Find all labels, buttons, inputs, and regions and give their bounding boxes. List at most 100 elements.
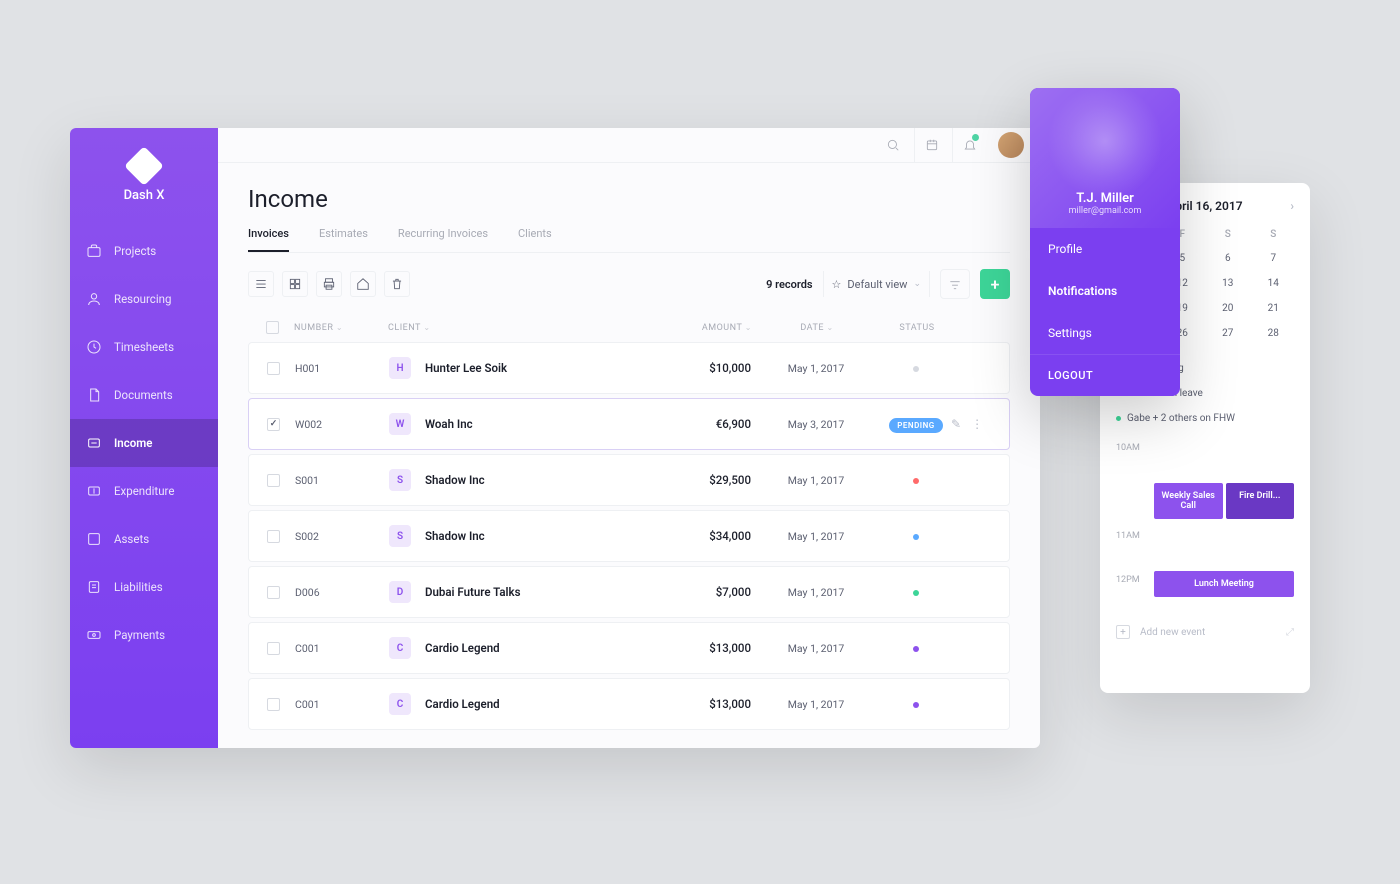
event-block[interactable]: Weekly Sales Call <box>1154 483 1223 519</box>
cell-number: H001 <box>295 362 389 375</box>
cell-number: C001 <box>295 698 389 711</box>
sidebar-item-assets[interactable]: Assets <box>70 515 218 563</box>
print-button[interactable] <box>316 271 342 297</box>
cell-date: May 1, 2017 <box>751 530 881 543</box>
calendar-day[interactable]: 6 <box>1207 248 1249 269</box>
page-title: Income <box>248 185 1010 213</box>
record-count: 9 records <box>766 278 812 291</box>
column-amount[interactable]: AMOUNT <box>632 323 752 333</box>
profile-name: T.J. Miller <box>1076 191 1134 206</box>
profile-menu-settings[interactable]: Settings <box>1030 312 1180 354</box>
profile-menu-profile[interactable]: Profile <box>1030 228 1180 270</box>
client-name: Shadow Inc <box>425 529 485 543</box>
event-block[interactable]: Lunch Meeting <box>1154 571 1294 597</box>
row-checkbox[interactable] <box>267 418 280 431</box>
table-row[interactable]: S002SShadow Inc$34,000May 1, 2017 <box>248 510 1010 562</box>
column-date[interactable]: DATE <box>752 323 882 333</box>
sidebar-item-documents[interactable]: Documents <box>70 371 218 419</box>
view-dropdown[interactable]: ☆ Default view ⌄ <box>823 271 930 297</box>
table-row[interactable]: D006DDubai Future Talks$7,000May 1, 2017 <box>248 566 1010 618</box>
calendar-day[interactable]: 7 <box>1253 248 1295 269</box>
cell-date: May 3, 2017 <box>751 418 881 431</box>
tab-recurring-invoices[interactable]: Recurring Invoices <box>398 227 488 252</box>
sidebar-item-label: Timesheets <box>114 340 174 354</box>
search-button[interactable] <box>876 128 910 162</box>
topbar <box>218 128 1040 163</box>
calendar-day[interactable]: 13 <box>1207 273 1249 294</box>
row-checkbox[interactable] <box>267 530 280 543</box>
sidebar-item-label: Documents <box>114 388 173 402</box>
add-button[interactable]: + <box>980 269 1010 299</box>
calendar-day[interactable]: 21 <box>1253 298 1295 319</box>
calendar-button[interactable] <box>914 128 948 162</box>
table-header: NUMBER CLIENT AMOUNT DATE STATUS <box>248 313 1010 342</box>
cell-client: WWoah Inc <box>389 413 631 435</box>
row-checkbox[interactable] <box>267 474 280 487</box>
add-event-row[interactable]: + Add new event ⤢ <box>1116 625 1294 639</box>
table-row[interactable]: H001HHunter Lee Soik$10,000May 1, 2017 <box>248 342 1010 394</box>
notifications-button[interactable] <box>952 128 986 162</box>
profile-menu-logout[interactable]: LOGOUT <box>1030 354 1180 396</box>
select-all-checkbox[interactable] <box>266 321 279 334</box>
main-area: Income Invoices Estimates Recurring Invo… <box>218 128 1040 748</box>
table-row[interactable]: W002WWoah Inc€6,900May 3, 2017PENDING✎⋮ <box>248 398 1010 450</box>
grid-view-button[interactable] <box>282 271 308 297</box>
table-row[interactable]: C001CCardio Legend$13,000May 1, 2017 <box>248 678 1010 730</box>
sidebar-item-liabilities[interactable]: Liabilities <box>70 563 218 611</box>
cell-client: HHunter Lee Soik <box>389 357 631 379</box>
schedule-slot: 10AM <box>1116 439 1294 483</box>
income-icon <box>86 435 102 451</box>
sidebar-nav: Projects Resourcing Timesheets Documents… <box>70 227 218 659</box>
view-label: Default view <box>847 278 907 291</box>
note-dot-icon <box>1116 416 1121 421</box>
row-checkbox[interactable] <box>267 642 280 655</box>
row-checkbox[interactable] <box>267 362 280 375</box>
sidebar-item-label: Resourcing <box>114 292 171 306</box>
filter-button[interactable] <box>940 269 970 299</box>
cell-date: May 1, 2017 <box>751 474 881 487</box>
calendar-day[interactable]: 28 <box>1253 323 1295 344</box>
brand: Dash X <box>70 146 218 221</box>
table-row[interactable]: S001SShadow Inc$29,500May 1, 2017 <box>248 454 1010 506</box>
table-row[interactable]: C001CCardio Legend$13,000May 1, 2017 <box>248 622 1010 674</box>
event-block[interactable]: Fire Drill... <box>1226 483 1295 519</box>
client-badge-icon: S <box>389 469 411 491</box>
row-checkbox[interactable] <box>267 586 280 599</box>
user-avatar[interactable] <box>998 132 1024 158</box>
calendar-day[interactable]: 27 <box>1207 323 1249 344</box>
calendar-day[interactable]: 14 <box>1253 273 1295 294</box>
calendar-day[interactable]: 20 <box>1207 298 1249 319</box>
calendar-next-button[interactable]: › <box>1290 199 1294 213</box>
calendar-schedule: 10AMWeekly Sales CallFire Drill...11AM12… <box>1116 439 1294 615</box>
cell-status <box>881 585 951 599</box>
tag-button[interactable] <box>350 271 376 297</box>
sidebar-item-label: Income <box>114 436 152 450</box>
tab-clients[interactable]: Clients <box>518 227 552 252</box>
row-checkbox[interactable] <box>267 698 280 711</box>
profile-hero: T.J. Miller miller@gmail.com <box>1030 88 1180 228</box>
tab-estimates[interactable]: Estimates <box>319 227 368 252</box>
sidebar-item-expenditure[interactable]: Expenditure <box>70 467 218 515</box>
cell-amount: $34,000 <box>631 529 751 543</box>
assets-icon <box>86 531 102 547</box>
brand-name: Dash X <box>124 188 165 203</box>
column-client[interactable]: CLIENT <box>388 323 632 333</box>
edit-icon[interactable]: ✎ <box>951 417 961 431</box>
list-view-button[interactable] <box>248 271 274 297</box>
cell-number: W002 <box>295 418 389 431</box>
slot-time: 11AM <box>1116 527 1146 541</box>
delete-button[interactable] <box>384 271 410 297</box>
column-number[interactable]: NUMBER <box>294 323 388 333</box>
sidebar-item-projects[interactable]: Projects <box>70 227 218 275</box>
more-icon[interactable]: ⋮ <box>971 417 983 431</box>
profile-menu-notifications[interactable]: Notifications <box>1030 270 1180 312</box>
sidebar-item-payments[interactable]: Payments <box>70 611 218 659</box>
expand-icon[interactable]: ⤢ <box>1286 627 1294 638</box>
tab-invoices[interactable]: Invoices <box>248 227 289 252</box>
cell-client: DDubai Future Talks <box>389 581 631 603</box>
sidebar-item-resourcing[interactable]: Resourcing <box>70 275 218 323</box>
sidebar-item-income[interactable]: Income <box>70 419 218 467</box>
column-status[interactable]: STATUS <box>882 323 952 333</box>
sidebar-item-timesheets[interactable]: Timesheets <box>70 323 218 371</box>
toolbar-left <box>248 271 410 297</box>
